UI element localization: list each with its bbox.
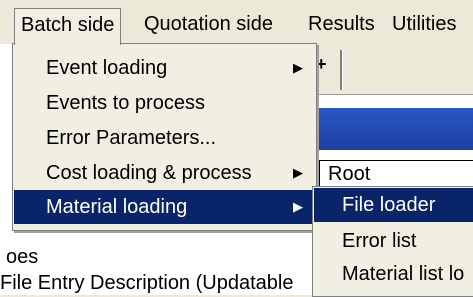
batch-side-menu: Event loading ▶ Events to process Error …: [12, 43, 317, 231]
menu-item-label: File loader: [342, 194, 436, 216]
menu-item-label: Material list lo: [342, 263, 465, 285]
menu-utilities[interactable]: Utilities: [386, 8, 462, 40]
menu-item-events-to-process[interactable]: Events to process: [14, 86, 315, 120]
menu-item-label: Error Parameters...: [46, 127, 217, 149]
menu-item-label: Events to process: [46, 92, 205, 114]
menu-item-label: Error list: [342, 230, 417, 252]
file-entry-description-label: File Entry Description (Updatable: [0, 272, 294, 294]
menu-item-label: Material loading: [46, 196, 188, 218]
menu-batch-side[interactable]: Batch side: [14, 8, 122, 45]
submenu-arrow-icon: ▶: [293, 165, 303, 180]
menu-bar: Batch side Quotation side Results Utilit…: [0, 0, 473, 45]
menu-results[interactable]: Results: [302, 8, 381, 40]
menu-item-error-list[interactable]: Error list: [314, 224, 473, 258]
toolbar-separator: [340, 50, 343, 90]
menu-item-label: Event loading: [46, 57, 168, 79]
menu-quotation-side[interactable]: Quotation side: [138, 8, 279, 40]
menu-item-file-loader[interactable]: File loader: [314, 188, 473, 222]
submenu-arrow-icon: ▶: [293, 199, 303, 214]
submenu-arrow-icon: ▶: [293, 60, 303, 75]
material-loading-submenu: File loader Error list Material list lo: [312, 186, 473, 297]
menu-item-error-parameters[interactable]: Error Parameters...: [14, 121, 315, 155]
menu-item-material-list-loader[interactable]: Material list lo: [314, 257, 473, 291]
tree-root-node[interactable]: Root: [319, 160, 473, 188]
menu-item-material-loading[interactable]: Material loading ▶: [14, 190, 315, 224]
menu-item-label: Cost loading & process: [46, 162, 252, 184]
plus-icon[interactable]: +: [316, 54, 327, 75]
menu-item-cost-loading-process[interactable]: Cost loading & process ▶: [14, 156, 315, 190]
background-label: oes: [6, 246, 39, 268]
menu-item-event-loading[interactable]: Event loading ▶: [14, 51, 315, 85]
selected-row-band: [300, 108, 473, 150]
